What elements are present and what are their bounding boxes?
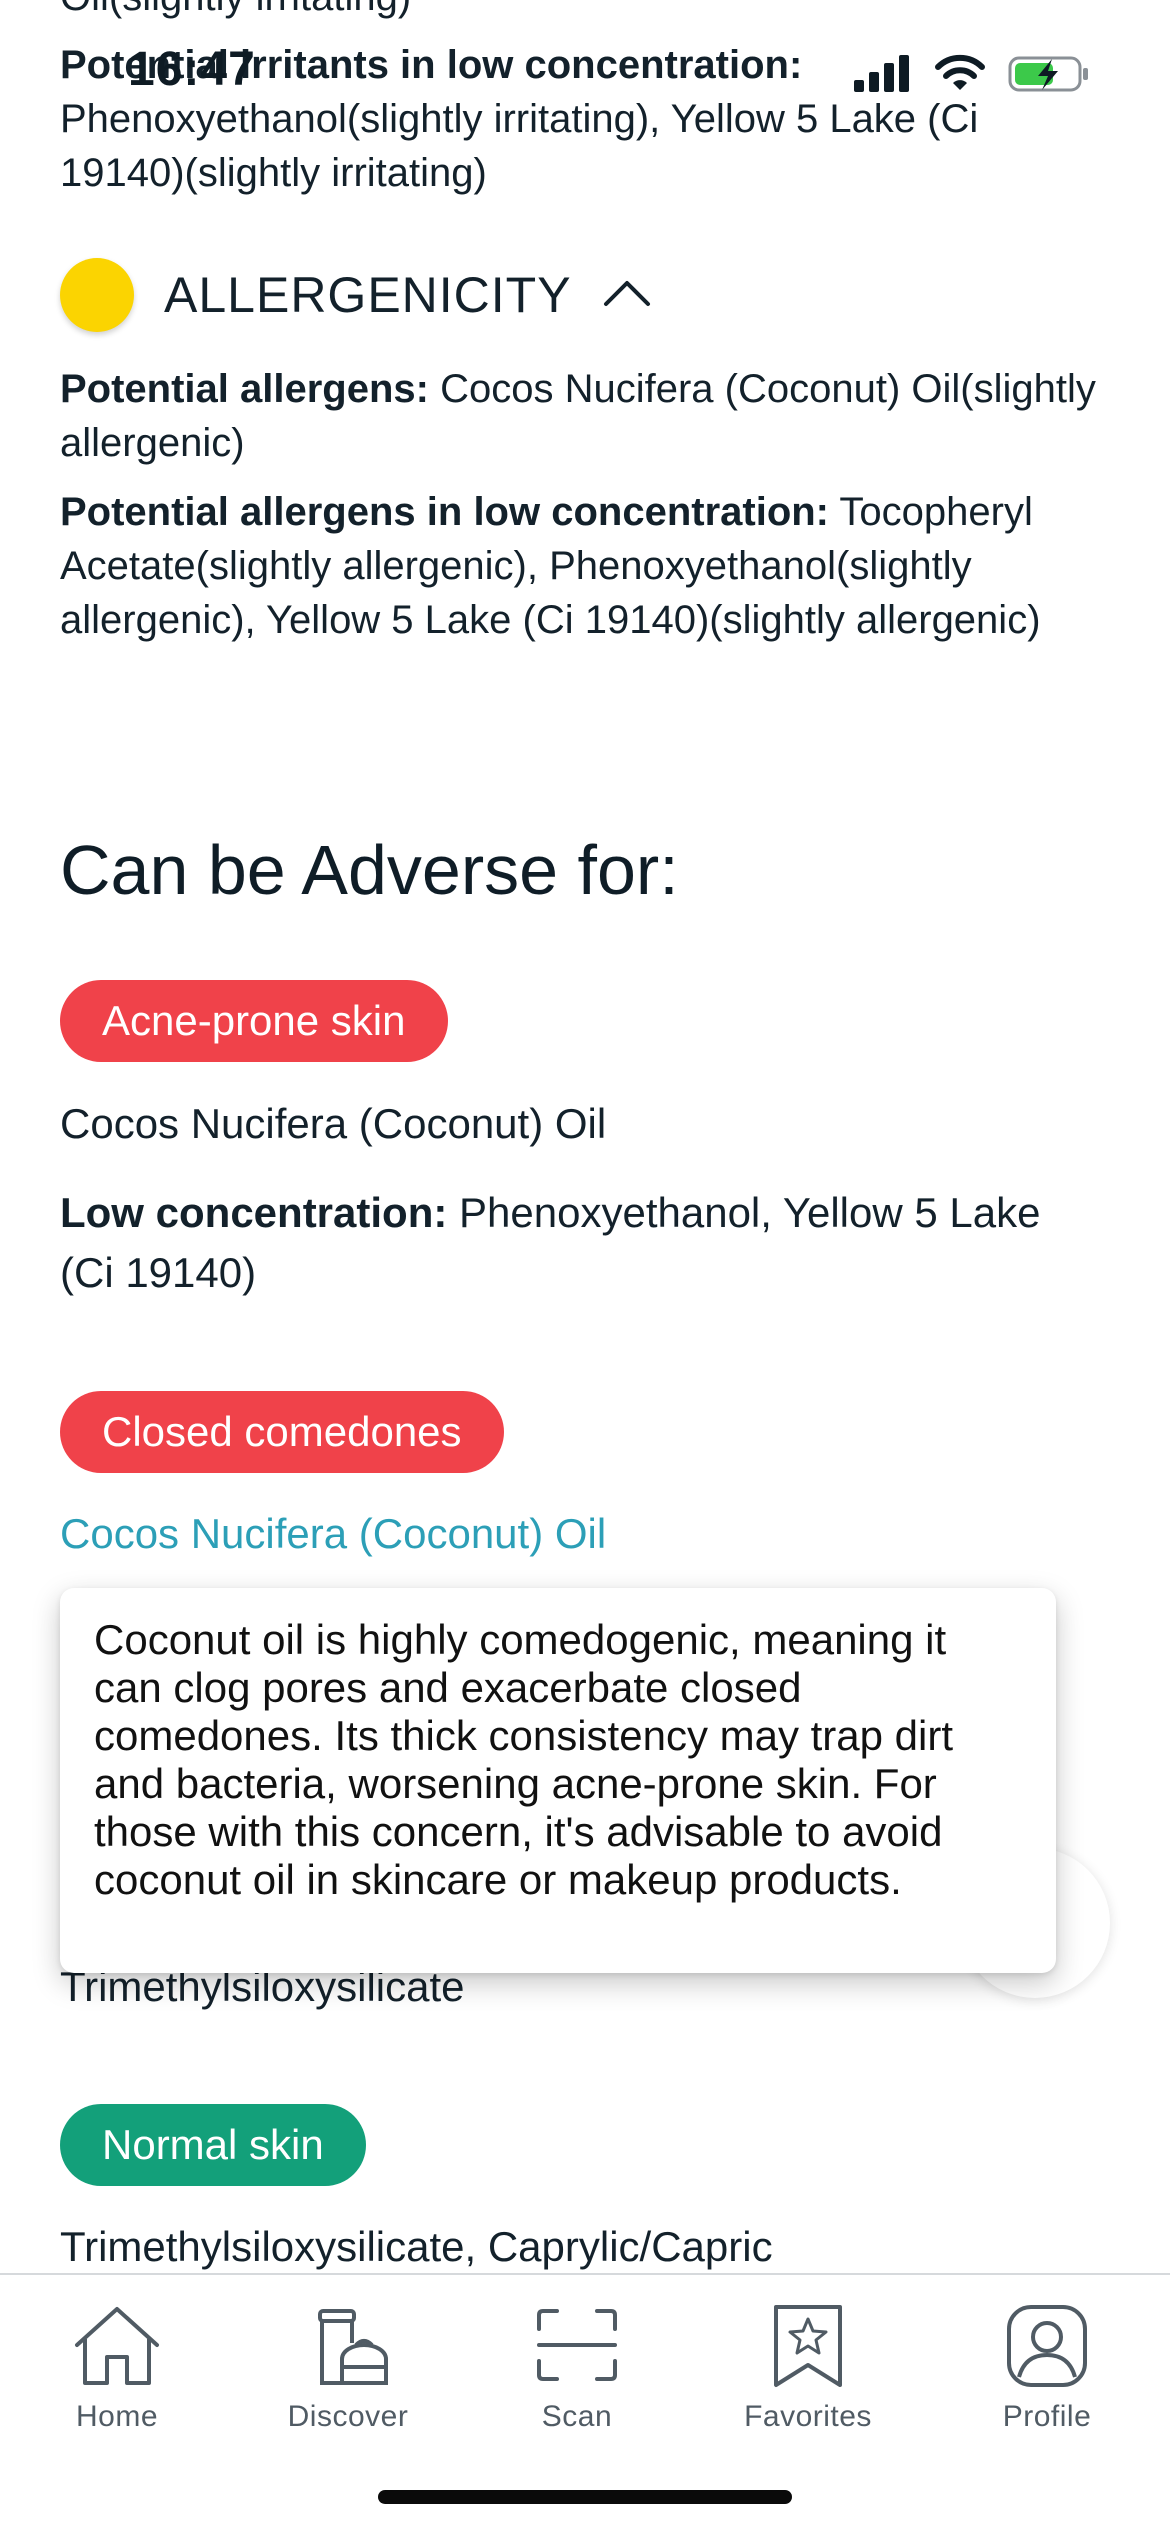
- ingredient-tooltip: Coconut oil is highly comedogenic, meani…: [60, 1588, 1056, 1973]
- tab-profile[interactable]: Profile: [947, 2303, 1147, 2434]
- acne-prone-low-concentration: Low concentration: Phenoxyethanol, Yello…: [60, 1183, 1080, 1303]
- adverse-section-title: Can be Adverse for:: [60, 831, 679, 909]
- acne-prone-ingredients: Cocos Nucifera (Coconut) Oil: [60, 1100, 607, 1147]
- home-indicator[interactable]: [378, 2490, 792, 2504]
- tab-favorites[interactable]: Favorites: [708, 2303, 908, 2434]
- allergenicity-title: ALLERGENICITY: [164, 267, 572, 323]
- allergenicity-indicator-dot: [60, 258, 134, 332]
- tab-discover[interactable]: Discover: [248, 2303, 448, 2434]
- normal-skin-ingredients: Trimethylsiloxysilicate, Caprylic/Capric: [60, 2223, 773, 2270]
- battery-charging-icon: [1008, 54, 1090, 99]
- profile-icon: [1001, 2303, 1093, 2394]
- low-concentration-allergens: Potential allergens in low concentration…: [60, 485, 1110, 647]
- tab-favorites-label: Favorites: [744, 2400, 872, 2433]
- home-icon: [71, 2303, 163, 2394]
- tag-normal-skin[interactable]: Normal skin: [60, 2104, 366, 2186]
- low-concentration-allergens-label: Potential allergens in low concentration…: [60, 490, 830, 534]
- acne-prone-low-concentration-label: Low concentration:: [60, 1189, 448, 1236]
- tag-closed-comedones[interactable]: Closed comedones: [60, 1391, 504, 1473]
- tooltip-text: Coconut oil is highly comedogenic, meani…: [94, 1616, 954, 1903]
- signal-icon: [852, 54, 912, 99]
- tab-scan-label: Scan: [541, 2400, 613, 2433]
- scan-icon: [531, 2303, 623, 2394]
- potential-allergens: Potential allergens: Cocos Nucifera (Coc…: [60, 362, 1110, 470]
- closed-comedones-ingredient-link[interactable]: Cocos Nucifera (Coconut) Oil: [60, 1507, 1110, 1561]
- status-bar: 16:47: [0, 0, 1170, 150]
- chevron-up-icon[interactable]: [602, 278, 652, 313]
- status-icons: [852, 52, 1090, 100]
- screen: Oil(slightly irritating) Potential irrit…: [0, 0, 1170, 2532]
- tab-scan[interactable]: Scan: [477, 2303, 677, 2434]
- tab-profile-label: Profile: [1002, 2400, 1092, 2433]
- wifi-icon: [934, 54, 986, 99]
- allergenicity-header[interactable]: ALLERGENICITY: [60, 258, 652, 332]
- favorites-icon: [762, 2303, 854, 2394]
- tag-acne-prone-skin[interactable]: Acne-prone skin: [60, 980, 448, 1062]
- discover-icon: [302, 2303, 394, 2394]
- tab-discover-label: Discover: [287, 2400, 409, 2433]
- tab-home[interactable]: Home: [17, 2303, 217, 2434]
- tab-home-label: Home: [75, 2400, 159, 2433]
- status-time: 16:47: [128, 43, 256, 96]
- potential-allergens-label: Potential allergens:: [60, 367, 429, 411]
